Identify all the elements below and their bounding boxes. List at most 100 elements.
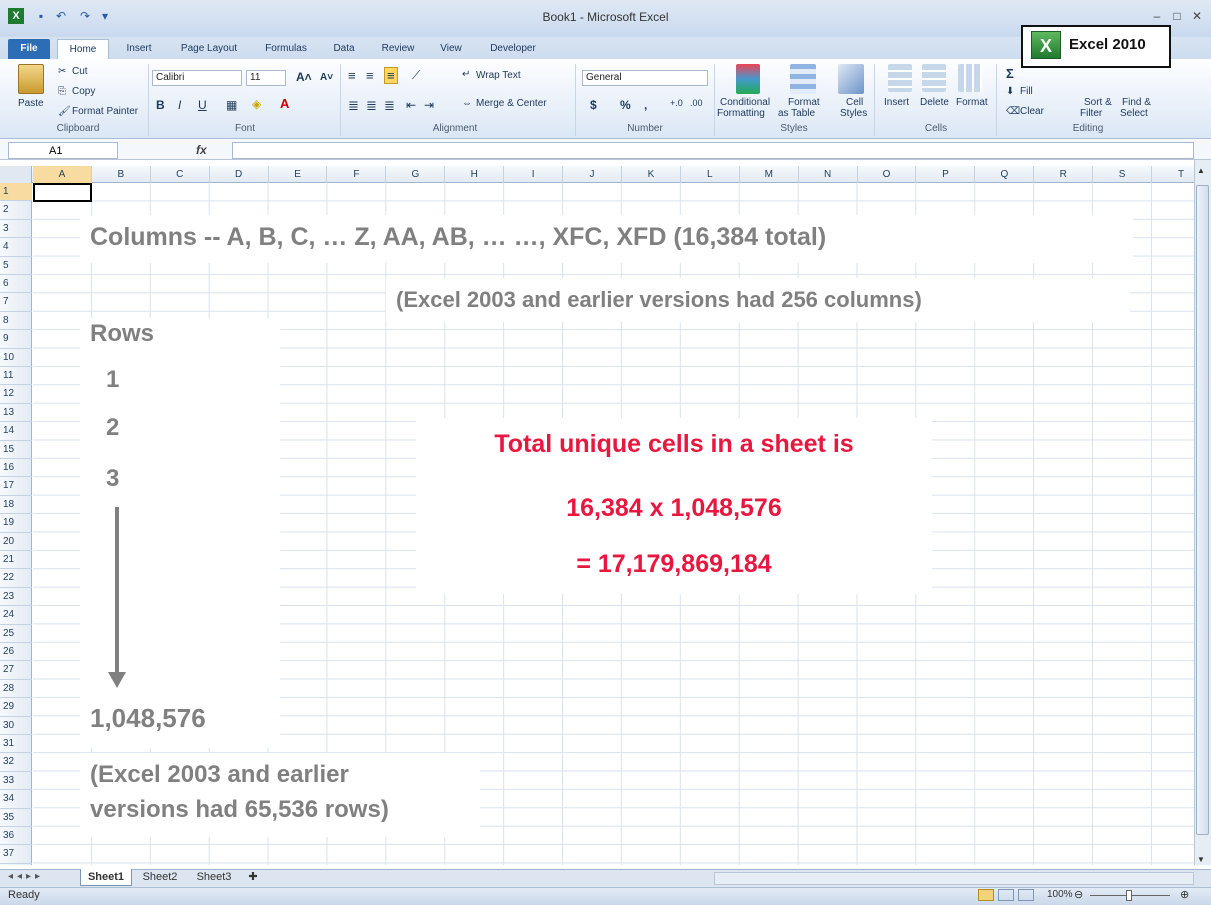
underline-icon[interactable]: U <box>198 98 207 112</box>
tab-home[interactable]: Home <box>57 39 109 59</box>
font-size-combo[interactable]: 11 <box>246 70 286 86</box>
number-format-combo[interactable]: General <box>582 70 708 86</box>
row-header-8[interactable]: 8 <box>0 312 32 331</box>
sheet-tab-1[interactable]: Sheet1 <box>80 869 132 886</box>
row-header-4[interactable]: 4 <box>0 238 32 257</box>
column-header-r[interactable]: R <box>1034 166 1094 183</box>
bottom-align-icon[interactable]: ≡ <box>384 67 398 84</box>
italic-icon[interactable]: I <box>178 98 181 112</box>
zoom-slider-thumb[interactable] <box>1126 890 1132 901</box>
row-header-15[interactable]: 15 <box>0 441 32 459</box>
conditional-formatting-icon[interactable] <box>736 64 760 94</box>
row-header-24[interactable]: 24 <box>0 606 32 625</box>
column-header-l[interactable]: L <box>681 166 740 183</box>
page-break-view-icon[interactable] <box>1018 889 1034 901</box>
align-right-icon[interactable]: ≣ <box>384 98 395 114</box>
row-header-10[interactable]: 10 <box>0 349 32 367</box>
align-center-icon[interactable]: ≣ <box>366 98 377 114</box>
row-header-19[interactable]: 19 <box>0 514 32 533</box>
percent-icon[interactable]: % <box>620 98 631 112</box>
find-select-label-2[interactable]: Select <box>1120 108 1148 119</box>
restore-button[interactable]: □ <box>1168 8 1186 24</box>
cut-icon[interactable]: ✂ <box>58 66 66 77</box>
tab-file[interactable]: File <box>8 39 50 59</box>
column-header-j[interactable]: J <box>563 166 622 183</box>
insert-sheet-icon[interactable]: ✚ <box>242 869 264 886</box>
decrease-decimal-icon[interactable]: .00 <box>690 98 703 108</box>
bold-icon[interactable]: B <box>156 98 165 112</box>
clear-button[interactable]: Clear <box>1020 106 1044 117</box>
row-header-33[interactable]: 33 <box>0 772 32 791</box>
row-header-35[interactable]: 35 <box>0 809 32 827</box>
row-header-13[interactable]: 13 <box>0 404 32 423</box>
column-header-p[interactable]: P <box>917 166 976 183</box>
increase-decimal-icon[interactable]: +.0 <box>670 98 683 108</box>
tab-insert[interactable]: Insert <box>117 39 161 59</box>
row-header-18[interactable]: 18 <box>0 496 32 515</box>
column-header-b[interactable]: B <box>92 166 151 183</box>
shrink-font-icon[interactable]: A˅ <box>320 72 333 83</box>
cell-styles-icon[interactable] <box>838 64 864 94</box>
row-header-25[interactable]: 25 <box>0 625 32 643</box>
format-as-table-icon[interactable] <box>790 64 816 94</box>
row-header-37[interactable]: 37 <box>0 845 32 864</box>
tab-page-layout[interactable]: Page Layout <box>169 39 249 59</box>
tab-data[interactable]: Data <box>323 39 365 59</box>
clear-icon[interactable]: ⌫ <box>1006 106 1020 117</box>
currency-icon[interactable]: $ <box>590 98 597 112</box>
format-as-table-label-2[interactable]: as Table <box>778 108 815 119</box>
tab-developer[interactable]: Developer <box>480 39 546 59</box>
tab-review[interactable]: Review <box>373 39 423 59</box>
column-header-s[interactable]: S <box>1093 166 1153 183</box>
column-header-q[interactable]: Q <box>975 166 1035 183</box>
insert-cells-icon[interactable] <box>888 64 912 92</box>
insert-function-icon[interactable]: fx <box>196 143 207 157</box>
row-header-27[interactable]: 27 <box>0 661 32 680</box>
formula-input[interactable] <box>232 142 1194 159</box>
copy-icon[interactable]: ⎘ <box>58 86 66 97</box>
column-header-m[interactable]: M <box>740 166 799 183</box>
insert-cells-button[interactable]: Insert <box>884 97 909 108</box>
row-header-11[interactable]: 11 <box>0 367 32 386</box>
conditional-formatting-label[interactable]: Conditional <box>720 97 770 108</box>
row-header-17[interactable]: 17 <box>0 477 32 496</box>
scroll-up-icon[interactable]: ▲ <box>1197 166 1205 175</box>
sheet-tab-3[interactable]: Sheet3 <box>188 869 240 886</box>
column-header-e[interactable]: E <box>269 166 328 183</box>
row-header-29[interactable]: 29 <box>0 698 32 717</box>
column-header-k[interactable]: K <box>622 166 681 183</box>
row-header-20[interactable]: 20 <box>0 533 32 551</box>
tab-formulas[interactable]: Formulas <box>256 39 316 59</box>
cut-button[interactable]: Cut <box>72 66 88 77</box>
align-left-icon[interactable]: ≣ <box>348 98 359 114</box>
zoom-in-icon[interactable]: ⊕ <box>1180 888 1189 901</box>
column-header-n[interactable]: N <box>799 166 858 183</box>
row-header-12[interactable]: 12 <box>0 385 32 404</box>
vertical-scroll-thumb[interactable] <box>1196 185 1209 835</box>
cell-styles-label[interactable]: Cell <box>846 97 863 108</box>
fill-color-icon[interactable]: ◈ <box>252 97 261 111</box>
column-header-g[interactable]: G <box>386 166 446 183</box>
wrap-text-button[interactable]: Wrap Text <box>476 70 521 81</box>
font-color-icon[interactable]: A <box>280 96 289 111</box>
column-header-a[interactable]: A <box>33 166 92 183</box>
paste-icon[interactable] <box>18 64 44 94</box>
row-header-30[interactable]: 30 <box>0 717 32 735</box>
scroll-down-icon[interactable]: ▼ <box>1197 855 1205 864</box>
sheet-tab-2[interactable]: Sheet2 <box>134 869 186 886</box>
autosum-icon[interactable]: Σ <box>1006 66 1014 81</box>
active-cell-a1[interactable] <box>33 183 92 202</box>
zoom-out-icon[interactable]: ⊖ <box>1074 888 1083 901</box>
font-name-combo[interactable]: Calibri <box>152 70 242 86</box>
row-header-36[interactable]: 36 <box>0 827 32 846</box>
format-cells-button[interactable]: Format <box>956 97 988 108</box>
row-header-3[interactable]: 3 <box>0 220 32 239</box>
zoom-level[interactable]: 100% <box>1047 889 1073 900</box>
cell-styles-label-2[interactable]: Styles <box>840 108 867 119</box>
row-header-14[interactable]: 14 <box>0 422 32 441</box>
orientation-icon[interactable]: ⟋ <box>412 68 420 83</box>
normal-view-icon[interactable] <box>978 889 994 901</box>
top-align-icon[interactable]: ≡ <box>348 68 356 83</box>
merge-center-icon[interactable]: ⇔ <box>462 98 472 109</box>
close-button[interactable]: ✕ <box>1188 8 1206 24</box>
